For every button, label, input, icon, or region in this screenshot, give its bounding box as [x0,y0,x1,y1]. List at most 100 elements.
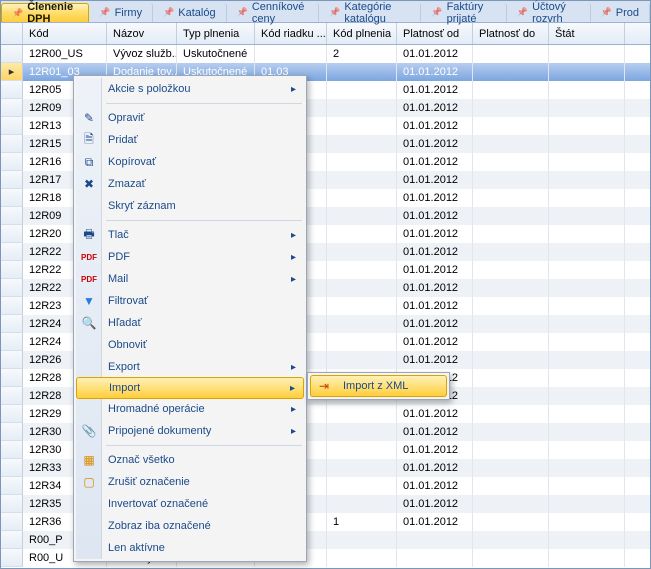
mi-label: Zobraz iba označené [108,520,304,532]
mi-kopirovat[interactable]: ⧉ Kopírovať [76,151,304,173]
row-header [1,171,23,189]
cell [473,207,549,225]
col-kod[interactable]: Kód [23,23,107,44]
tab-4[interactable]: 📌Kategórie katalógu [319,3,421,22]
mi-import[interactable]: Import [76,377,304,399]
pin-icon: 📌 [601,7,612,18]
cell [327,171,397,189]
row-header [1,441,23,459]
row-header [1,405,23,423]
pin-icon: 📌 [517,7,528,18]
tab-3[interactable]: 📌Cenníkové ceny [227,3,320,22]
cell [327,441,397,459]
mi-pripojene[interactable]: 📎 Pripojené dokumenty [76,420,304,442]
cell: 12R00_US [23,45,107,63]
mi-zrusitoznacenie[interactable]: ▢ Zrušiť označenie [76,471,304,493]
tab-label: Prod [616,7,639,19]
tab-7[interactable]: 📌 Prod [591,3,650,22]
mi-label: PDF [108,251,291,263]
rowhdr-col [1,23,23,44]
col-kodriadku[interactable]: Kód riadku ... [255,23,327,44]
mi-skryt[interactable]: Skryť záznam [76,195,304,217]
cell [549,369,625,387]
cell: 01.01.2012 [397,207,473,225]
cell [473,387,549,405]
col-stat[interactable]: Štát [549,23,625,44]
tab-label: Katalóg [178,7,215,19]
mi-export[interactable]: Export [76,356,304,378]
cell [473,117,549,135]
cell: 01.01.2012 [397,351,473,369]
edit-icon: ✎ [80,111,98,125]
cell [549,279,625,297]
mi-akcie[interactable]: Akcie s položkou [76,78,304,100]
pin-icon: 📌 [163,7,174,18]
row-header [1,459,23,477]
tab-5[interactable]: 📌Faktúry prijaté [421,3,507,22]
mi-zmazat[interactable]: ✖ Zmazať [76,173,304,195]
table-row[interactable]: 12R00_USVývoz služb...Uskutočnené201.01.… [1,45,650,63]
mi-obnovit[interactable]: Obnoviť [76,334,304,356]
tab-6[interactable]: 📌Účtový rozvrh [507,3,591,22]
mi-label: Opraviť [108,112,304,124]
row-header [1,549,23,567]
cell [473,423,549,441]
mi-invert[interactable]: Invertovať označené [76,493,304,515]
mail-icon: PDF [80,275,98,284]
cell: 01.01.2012 [397,495,473,513]
mi-lenaktivne[interactable]: Len aktívne [76,537,304,559]
col-kodplnenia[interactable]: Kód plnenia [327,23,397,44]
row-header [1,369,23,387]
tab-2[interactable]: 📌 Katalóg [153,3,227,22]
smi-import-xml[interactable]: ⇥ Import z XML [310,375,447,397]
grid-header: Kód Názov Typ plnenia Kód riadku ... Kód… [1,23,650,45]
submenu-arrow-icon [291,83,304,95]
col-typ[interactable]: Typ plnenia [177,23,255,44]
tab-0[interactable]: 📌Členenie DPH [1,3,89,22]
mi-mail[interactable]: PDF Mail [76,268,304,290]
cell [327,333,397,351]
mi-hromadne[interactable]: Hromadné operácie [76,398,304,420]
mi-label: Len aktívne [108,542,304,554]
mi-filtrovat[interactable]: ▼ Filtrovať [76,290,304,312]
cell [549,531,625,549]
cell: 01.01.2012 [397,243,473,261]
cell [549,405,625,423]
submenu-arrow-icon [291,273,304,285]
mi-label: Skryť záznam [108,200,304,212]
mi-label: Hľadať [108,317,304,329]
mi-hladat[interactable]: 🔍 Hľadať [76,312,304,334]
mi-label: Označ všetko [108,454,304,466]
tab-label: Firmy [115,7,143,19]
mi-label: Obnoviť [108,339,304,351]
cell [549,261,625,279]
cell [549,135,625,153]
mi-label: Filtrovať [108,295,304,307]
mi-oznacvsetko[interactable]: ▦ Označ všetko [76,449,304,471]
cell [549,189,625,207]
row-header [1,261,23,279]
tab-label: Kategórie katalógu [344,1,410,25]
mi-pdf[interactable]: PDF PDF [76,246,304,268]
col-nazov[interactable]: Názov [107,23,177,44]
col-platdo[interactable]: Platnosť do [473,23,549,44]
filter-icon: ▼ [80,294,98,308]
cell [549,351,625,369]
cell [473,189,549,207]
cell [327,261,397,279]
mi-tlac[interactable]: 🖶 Tlač [76,224,304,246]
cell [327,297,397,315]
mi-opravit[interactable]: ✎ Opraviť [76,107,304,129]
cell: Uskutočnené [177,45,255,63]
cell [327,495,397,513]
mi-label: Import [109,382,290,394]
tab-1[interactable]: 📌Firmy [89,3,153,22]
cell [549,315,625,333]
row-header [1,153,23,171]
cell: 01.01.2012 [397,135,473,153]
cell: 01.01.2012 [397,81,473,99]
mi-zobraziba[interactable]: Zobraz iba označené [76,515,304,537]
mi-pridat[interactable]: 🗎 Pridať [76,129,304,151]
copy-icon: ⧉ [80,155,98,170]
col-platod[interactable]: Platnosť od [397,23,473,44]
